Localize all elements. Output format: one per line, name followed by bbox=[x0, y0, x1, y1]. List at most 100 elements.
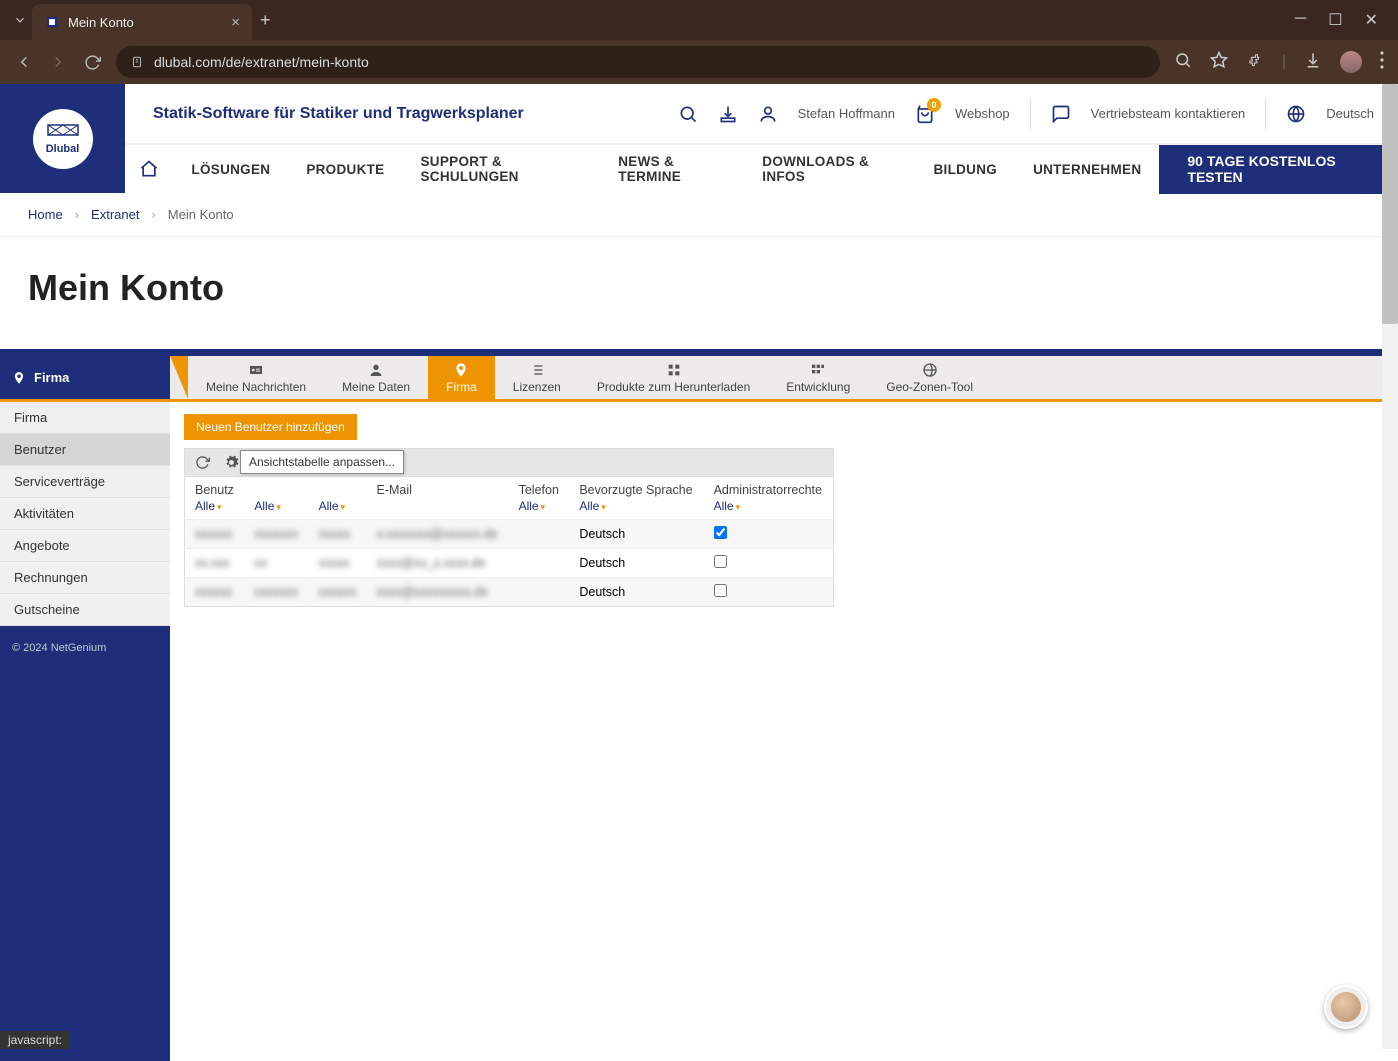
breadcrumb-home[interactable]: Home bbox=[28, 207, 63, 222]
nav-downloads[interactable]: DOWNLOADS & INFOS bbox=[744, 154, 915, 184]
filter-0[interactable]: Alle▾ bbox=[185, 499, 245, 520]
table-row[interactable]: xxxxxxxxxxxxxxxxxxx.xxxxxxx@xxxxxx.deDeu… bbox=[185, 520, 834, 549]
breadcrumb: Home › Extranet › Mein Konto bbox=[0, 193, 1398, 237]
admin-checkbox[interactable] bbox=[714, 555, 727, 568]
nav-support[interactable]: SUPPORT & SCHULUNGEN bbox=[402, 154, 600, 184]
id-card-icon bbox=[248, 362, 264, 378]
site-info-icon[interactable] bbox=[130, 55, 144, 69]
contact-link[interactable]: Vertriebsteam kontaktieren bbox=[1091, 106, 1246, 121]
browser-address-bar: dlubal.com/de/extranet/mein-konto | bbox=[0, 40, 1398, 84]
add-user-button[interactable]: Neuen Benutzer hinzufügen bbox=[184, 414, 357, 440]
main-nav: LÖSUNGEN PRODUKTE SUPPORT & SCHULUNGEN N… bbox=[125, 144, 1398, 193]
logo[interactable]: Dlubal bbox=[0, 84, 125, 193]
filter-1[interactable]: Alle▾ bbox=[244, 499, 308, 520]
nav-produkte[interactable]: PRODUKTE bbox=[288, 162, 402, 177]
zoom-search-icon[interactable] bbox=[1174, 51, 1192, 74]
chevron-down-icon: ▾ bbox=[217, 502, 222, 512]
tab-downloads[interactable]: Produkte zum Herunterladen bbox=[579, 356, 768, 399]
tagline: Statik-Software für Statiker und Tragwer… bbox=[153, 105, 524, 123]
pin-icon bbox=[12, 371, 26, 385]
download-icon[interactable] bbox=[718, 104, 738, 124]
downloads-icon[interactable] bbox=[1304, 51, 1322, 74]
admin-checkbox[interactable] bbox=[714, 526, 727, 539]
profile-avatar-icon[interactable] bbox=[1340, 51, 1362, 73]
filter-2[interactable]: Alle▾ bbox=[309, 499, 367, 520]
sidebar-item-service[interactable]: Serviceverträge bbox=[0, 466, 170, 498]
content-area: Neuen Benutzer hinzufügen Ansichtstabell… bbox=[170, 402, 1398, 1061]
tab-geozones[interactable]: Geo-Zonen-Tool bbox=[868, 356, 991, 399]
sidebar-item-firma[interactable]: Firma bbox=[0, 402, 170, 434]
user-icon[interactable] bbox=[758, 104, 778, 124]
nav-news[interactable]: NEWS & TERMINE bbox=[600, 154, 744, 184]
gear-icon[interactable] bbox=[224, 455, 239, 470]
bookmark-star-icon[interactable] bbox=[1210, 51, 1228, 74]
person-icon bbox=[368, 362, 384, 378]
cta-trial-button[interactable]: 90 TAGE KOSTENLOS TESTEN bbox=[1159, 145, 1398, 194]
sidebar-item-vouchers[interactable]: Gutscheine bbox=[0, 594, 170, 626]
table-row[interactable]: xx.xxxxxxxxxxxxxx@xx_x.xxxx.deDeutsch bbox=[185, 549, 834, 578]
sidebar-item-invoices[interactable]: Rechnungen bbox=[0, 562, 170, 594]
cart-icon[interactable]: 0 bbox=[915, 104, 935, 124]
favicon-icon bbox=[44, 14, 60, 30]
tab-messages[interactable]: Meine Nachrichten bbox=[188, 356, 324, 399]
settings-tooltip: Ansichtstabelle anpassen... bbox=[240, 450, 404, 474]
tab-mydata[interactable]: Meine Daten bbox=[324, 356, 428, 399]
col-1[interactable] bbox=[244, 477, 308, 500]
filter-lang[interactable]: Alle▾ bbox=[569, 499, 703, 520]
url-field[interactable]: dlubal.com/de/extranet/mein-konto bbox=[116, 46, 1160, 78]
extensions-icon[interactable] bbox=[1246, 51, 1264, 74]
nav-unternehmen[interactable]: UNTERNEHMEN bbox=[1015, 162, 1159, 177]
chat-icon[interactable] bbox=[1051, 104, 1071, 124]
breadcrumb-current: Mein Konto bbox=[168, 207, 234, 222]
nav-loesungen[interactable]: LÖSUNGEN bbox=[173, 162, 288, 177]
status-bar: javascript: bbox=[0, 1031, 70, 1049]
sidebar-title: Firma bbox=[0, 356, 170, 399]
filter-admin[interactable]: Alle▾ bbox=[704, 499, 834, 520]
admin-checkbox[interactable] bbox=[714, 584, 727, 597]
close-window-icon[interactable]: ✕ bbox=[1365, 10, 1378, 30]
forward-button[interactable] bbox=[48, 53, 68, 71]
kebab-menu-icon[interactable] bbox=[1380, 51, 1384, 74]
tab-licenses[interactable]: Lizenzen bbox=[495, 356, 579, 399]
chevron-down-icon: ▾ bbox=[341, 502, 346, 512]
chat-widget[interactable] bbox=[1324, 985, 1368, 1029]
filter-phone[interactable]: Alle▾ bbox=[509, 499, 570, 520]
sidebar-item-offers[interactable]: Angebote bbox=[0, 530, 170, 562]
language-label[interactable]: Deutsch bbox=[1326, 106, 1374, 121]
nav-bildung[interactable]: BILDUNG bbox=[915, 162, 1015, 177]
minimize-icon[interactable]: ─ bbox=[1295, 10, 1306, 30]
reload-button[interactable] bbox=[82, 54, 102, 71]
refresh-icon[interactable] bbox=[195, 455, 210, 470]
tab-firma[interactable]: Firma bbox=[428, 356, 495, 399]
chevron-down-icon: ▾ bbox=[601, 502, 606, 512]
grid-icon bbox=[666, 362, 682, 378]
browser-tab-bar: Mein Konto × + ─ ☐ ✕ bbox=[0, 0, 1398, 40]
col-email[interactable]: E-Mail bbox=[367, 477, 509, 500]
tab-close-icon[interactable]: × bbox=[231, 14, 240, 31]
table-row[interactable]: xxxxxxxxxxxxxxxxxxxxxxx@xxxxxxxxx.deDeut… bbox=[185, 578, 834, 607]
col-phone[interactable]: Telefon bbox=[509, 477, 570, 500]
col-2[interactable] bbox=[309, 477, 367, 500]
col-user[interactable]: Benutz bbox=[185, 477, 245, 500]
col-lang[interactable]: Bevorzugte Sprache bbox=[569, 477, 703, 500]
new-tab-button[interactable]: + bbox=[260, 10, 271, 31]
tab-list-dropdown[interactable] bbox=[8, 8, 32, 32]
breadcrumb-extranet[interactable]: Extranet bbox=[91, 207, 139, 222]
maximize-icon[interactable]: ☐ bbox=[1328, 10, 1342, 30]
browser-tab[interactable]: Mein Konto × bbox=[32, 4, 252, 40]
home-icon[interactable] bbox=[125, 159, 173, 179]
back-button[interactable] bbox=[14, 53, 34, 71]
chevron-down-icon: ▾ bbox=[736, 502, 741, 512]
cart-badge: 0 bbox=[927, 98, 941, 112]
scrollbar[interactable] bbox=[1382, 84, 1398, 1049]
apps-icon bbox=[810, 362, 826, 378]
tab-development[interactable]: Entwicklung bbox=[768, 356, 868, 399]
webshop-link[interactable]: Webshop bbox=[955, 106, 1010, 121]
globe-icon[interactable] bbox=[1286, 104, 1306, 124]
sidebar-item-activities[interactable]: Aktivitäten bbox=[0, 498, 170, 530]
search-icon[interactable] bbox=[678, 104, 698, 124]
col-admin[interactable]: Administratorrechte bbox=[704, 477, 834, 500]
sidebar-item-benutzer[interactable]: Benutzer bbox=[0, 434, 170, 466]
chevron-right-icon: › bbox=[151, 207, 155, 222]
user-name[interactable]: Stefan Hoffmann bbox=[798, 106, 895, 121]
